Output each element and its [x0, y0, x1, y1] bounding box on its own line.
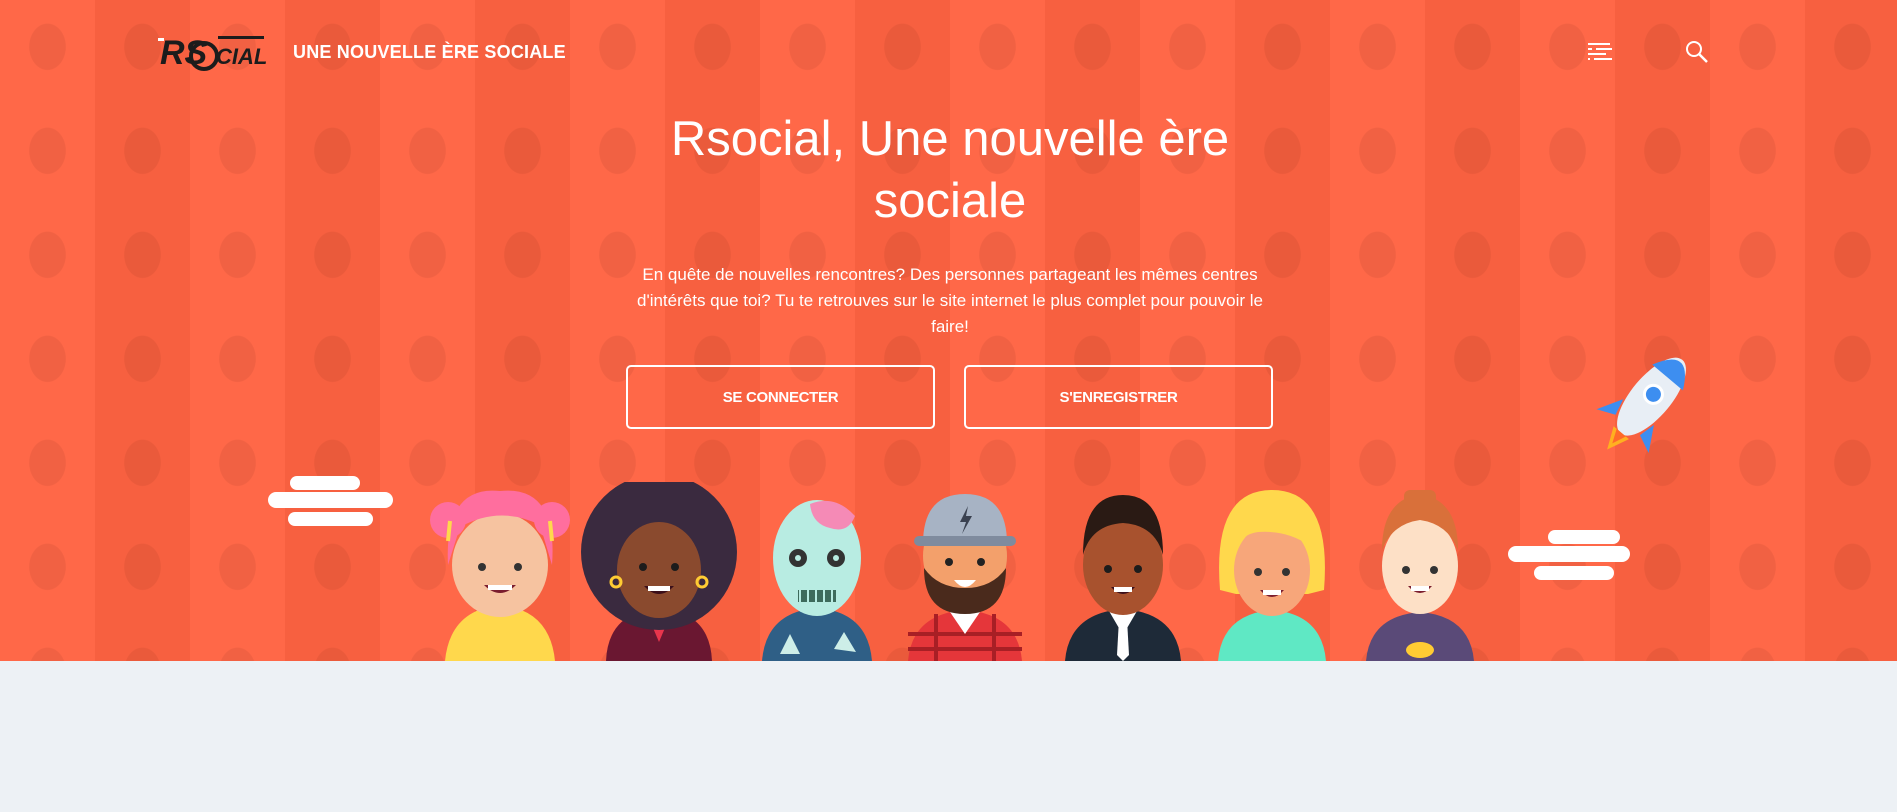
- svg-text:RS: RS: [160, 34, 208, 72]
- character-zombie: [762, 500, 872, 661]
- site-tagline: UNE NOUVELLE ÈRE SOCIALE: [293, 42, 566, 62]
- cloud-left-icon: [268, 476, 393, 526]
- hero-subtitle: En quête de nouvelles rencontres? Des pe…: [637, 265, 1263, 336]
- character-red-hair-boy: [1366, 490, 1474, 661]
- character-pink-hair-girl: [430, 490, 570, 661]
- character-man-tie: [1065, 495, 1181, 661]
- hero-title: Rsocial, Une nouvelle ère sociale: [670, 112, 1230, 228]
- page-content-area: [0, 661, 1897, 812]
- hero-section: RS CIAL UNE NOUVELLE ÈRE SOCIALE Rsocial…: [0, 0, 1897, 661]
- cloud-right-icon: [1508, 530, 1630, 580]
- character-bearded-cap-man: [908, 494, 1022, 661]
- search-icon[interactable]: [1685, 40, 1709, 64]
- site-logo[interactable]: RS CIAL: [158, 30, 268, 74]
- svg-text:CIAL: CIAL: [216, 44, 267, 69]
- character-blonde-woman: [1218, 490, 1326, 661]
- menu-icon[interactable]: [1588, 42, 1614, 62]
- login-button[interactable]: SE CONNECTER: [626, 365, 935, 429]
- register-button[interactable]: S'ENREGISTRER: [964, 365, 1273, 429]
- rocket-icon: [1596, 357, 1686, 453]
- character-curly-hair-woman: [581, 482, 737, 661]
